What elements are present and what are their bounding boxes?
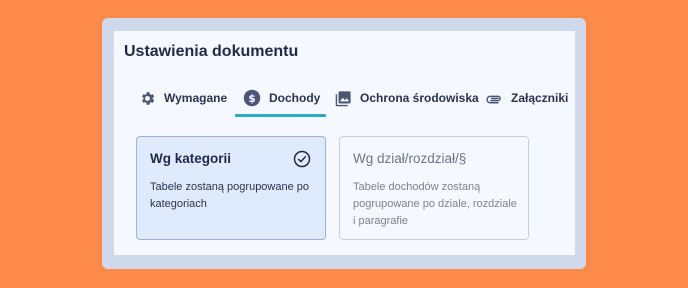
dialog-title: Ustawienia dokumentu [124,43,299,60]
option-card-wg-dzial[interactable]: Wg dział/rozdział/§ Tabele dochodów zost… [339,136,529,240]
svg-text:$: $ [248,93,255,105]
check-circle-icon [293,150,311,168]
tab-label: Ochrona środowiska [360,91,479,105]
option-title: Wg kategorii [150,151,232,166]
option-card-wg-kategorii[interactable]: Wg kategorii Tabele zostaną pogrupowane … [136,136,326,240]
paperclip-icon [485,89,503,107]
option-title: Wg dział/rozdział/§ [353,151,467,166]
tab-ochrona-srodowiska[interactable]: Ochrona środowiska [334,83,479,113]
tab-label: Załączniki [511,91,569,105]
tab-bar: Wymagane $ Dochody Ochrona środowiska Za… [114,83,575,117]
tab-zalaczniki[interactable]: Załączniki [485,83,568,113]
image-icon [334,89,352,107]
tab-wymagane[interactable]: Wymagane [138,83,227,113]
tab-label: Dochody [269,91,321,105]
settings-frame: Ustawienia dokumentu Wymagane $ Dochody … [102,18,586,269]
gear-icon [138,89,156,107]
dollar-circle-icon: $ [243,89,261,107]
tab-dochody[interactable]: $ Dochody [234,83,327,117]
option-description: Tabele zostaną pogrupowane po kategoriac… [150,181,310,210]
settings-panel: Ustawienia dokumentu Wymagane $ Dochody … [114,31,575,255]
tab-label: Wymagane [164,91,228,105]
option-description: Tabele dochodów zostaną pogrupowane po d… [353,181,517,227]
